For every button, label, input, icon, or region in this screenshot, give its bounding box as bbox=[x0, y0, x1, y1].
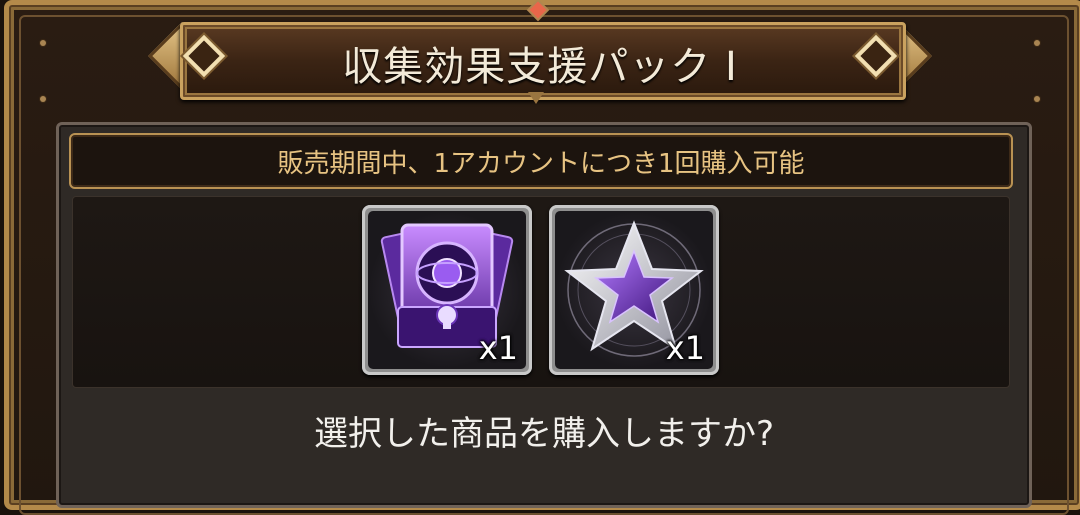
purchase-limit-notice: 販売期間中、1アカウントにつき1回購入可能 bbox=[69, 133, 1013, 189]
item-quantity: x1 bbox=[665, 329, 705, 367]
frame-rivet bbox=[1034, 96, 1040, 102]
item-quantity: x1 bbox=[478, 329, 518, 367]
dialog-title: 収集効果支援パック I bbox=[342, 44, 738, 90]
item-area bbox=[72, 196, 1010, 388]
item-slot[interactable]: x1 bbox=[549, 205, 719, 375]
title-banner: 収集効果支援パック I bbox=[140, 14, 940, 100]
notice-text: 販売期間中、1アカウントにつき1回購入可能 bbox=[277, 148, 805, 179]
frame-rivet bbox=[40, 96, 46, 102]
purchase-confirm-question: 選択した商品を購入しますか? bbox=[313, 414, 775, 454]
item-slot[interactable]: x1 bbox=[362, 205, 532, 375]
frame-rivet bbox=[40, 40, 46, 46]
frame-rivet bbox=[1034, 40, 1040, 46]
